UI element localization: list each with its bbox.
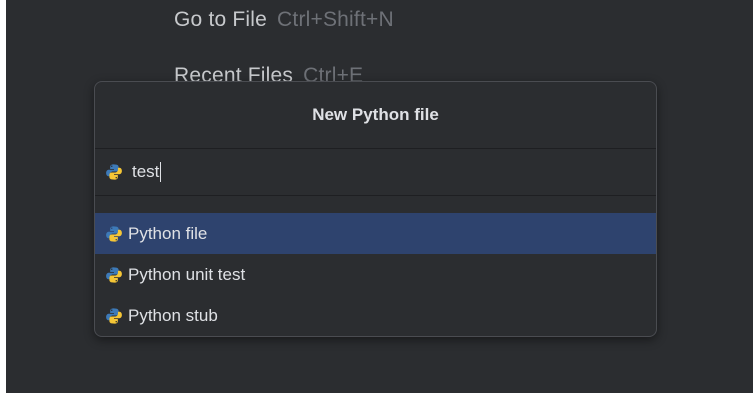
file-type-list: Python file Python unit test Python stub	[95, 196, 656, 336]
file-type-item-python-stub[interactable]: Python stub	[95, 295, 656, 336]
hint-action-label: Go to File	[174, 8, 268, 31]
python-icon	[106, 307, 122, 324]
text-caret	[160, 162, 162, 182]
file-type-label: Python stub	[128, 305, 218, 325]
python-icon	[106, 164, 122, 180]
new-python-file-dialog: New Python file test Python file Python …	[94, 81, 657, 337]
hint-shortcut-label: Ctrl+Shift+N	[277, 8, 394, 31]
file-type-item-python-file[interactable]: Python file	[95, 213, 656, 254]
file-name-input[interactable]: test	[95, 149, 656, 196]
python-icon	[106, 266, 122, 283]
dialog-title: New Python file	[95, 82, 656, 149]
file-type-label: Python file	[128, 223, 208, 243]
file-type-label: Python unit test	[128, 264, 246, 284]
editor-background: Go to File Ctrl+Shift+N Recent Files Ctrl+…	[6, 0, 753, 393]
hint-go-to-file: Go to File Ctrl+Shift+N	[174, 8, 394, 32]
file-name-value: test	[132, 162, 160, 181]
file-type-item-python-unit-test[interactable]: Python unit test	[95, 254, 656, 295]
python-icon	[106, 225, 122, 242]
